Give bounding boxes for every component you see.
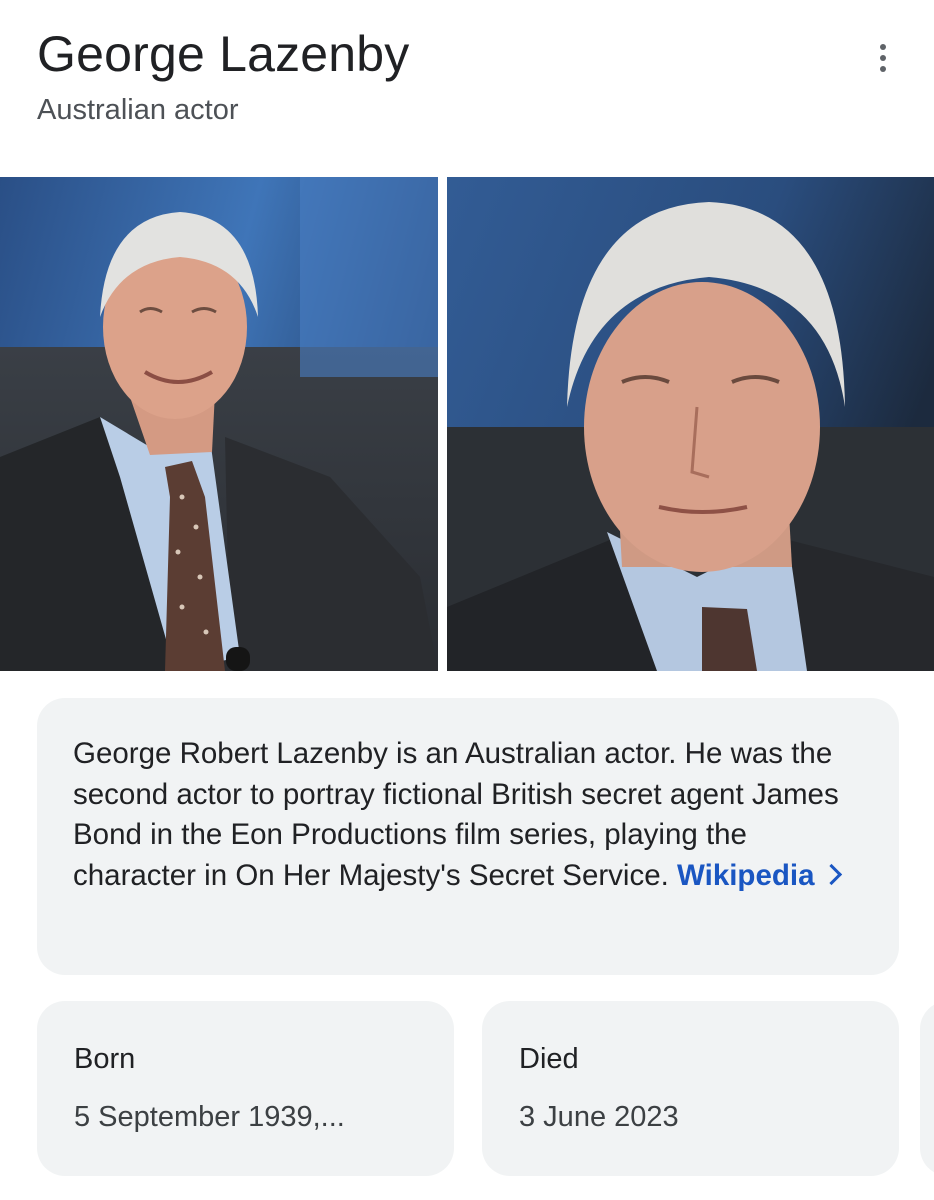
image-carousel [0,177,934,671]
entity-photo[interactable] [0,177,438,671]
fact-card-died[interactable]: Died 3 June 2023 [482,1001,899,1176]
portrait-image [0,177,438,671]
panel-header: George Lazenby Australian actor [37,22,934,128]
fact-card-partial[interactable] [920,1001,934,1176]
fact-value: 3 June 2023 [519,1101,679,1133]
wikipedia-link[interactable]: Wikipedia [677,858,843,892]
fact-label: Died [519,1043,579,1075]
entity-description: George Robert Lazenby is an Australian a… [73,734,863,896]
portrait-image [447,177,934,671]
fact-label: Born [74,1043,136,1075]
description-card: George Robert Lazenby is an Australian a… [37,698,899,975]
entity-photo[interactable] [447,177,934,671]
more-vert-icon [880,44,886,72]
entity-title: George Lazenby [37,26,410,82]
entity-subtitle: Australian actor [37,94,239,126]
fact-value: 5 September 1939,... [74,1101,345,1133]
knowledge-panel: George Lazenby Australian actor George R… [0,0,934,1200]
fact-card-born[interactable]: Born 5 September 1939,... [37,1001,454,1176]
more-options-button[interactable] [862,40,904,76]
chevron-right-icon [821,863,843,885]
wikipedia-link-label: Wikipedia [677,858,815,892]
